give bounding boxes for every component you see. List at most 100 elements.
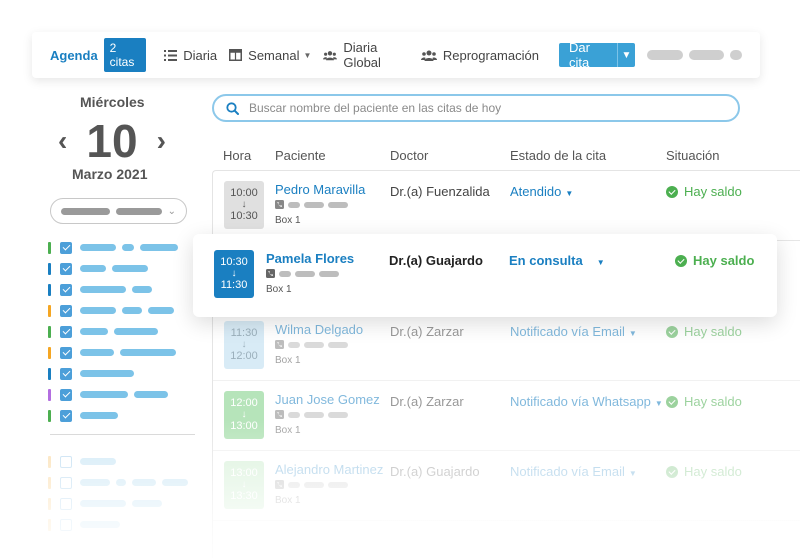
status-label: Notificado vía Email [510,464,625,479]
filter-checkbox[interactable] [60,262,72,275]
filter-item[interactable] [48,514,196,535]
table-row[interactable]: 11:30 ↓ 12:00 Wilma Delgado Box 1 Dr.(a)… [212,311,800,381]
search-input[interactable] [249,101,726,115]
filter-checkbox[interactable] [60,476,72,489]
payment-status: Hay saldo [666,464,742,479]
patient-name-link[interactable]: Pamela Flores [266,251,354,266]
chevron-down-icon: ▼ [654,399,663,408]
filter-checkbox[interactable] [60,367,72,380]
appointment-status-dropdown[interactable]: Notificado vía Email ▼ [510,464,637,479]
filter-checkbox[interactable] [60,409,72,422]
patient-name-link[interactable]: Pedro Maravilla [275,182,365,197]
table-row[interactable]: 10:00 ↓ 10:30 Pedro Maravilla Box 1 Dr.(… [212,171,800,241]
chevron-right-icon[interactable]: › [157,125,166,157]
status-label: En consulta [509,253,583,268]
placeholder-pill [688,50,724,60]
filter-item[interactable] [48,237,196,258]
filter-item[interactable] [48,321,196,342]
filter-checkbox[interactable] [60,283,72,296]
payment-status: Hay saldo [666,394,742,409]
dar-cita-dropdown-toggle[interactable]: ▼ [616,43,636,67]
filter-item[interactable] [48,258,196,279]
filter-checkbox[interactable] [60,388,72,401]
agenda-label: Agenda [50,47,98,63]
filter-checkbox[interactable] [60,455,72,468]
filter-checkbox[interactable] [60,241,72,254]
color-stripe [48,476,51,489]
highlighted-appointment-card[interactable]: 10:30 ↓ 11:30 Pamela Flores Box 1 Dr.(a)… [193,234,777,317]
end-time: 13:00 [230,420,258,432]
color-stripe [48,518,51,531]
color-stripe [48,367,51,380]
chevron-left-icon[interactable]: ‹ [58,125,67,157]
filter-divider [50,434,195,435]
resource-filter-list [48,451,196,535]
view-daily-button[interactable]: Diaria [164,48,217,63]
patient-search-bar [212,94,740,122]
filter-checkbox[interactable] [60,304,72,317]
appointment-status-dropdown[interactable]: Notificado vía Email ▼ [510,324,637,339]
appointment-status-dropdown[interactable]: En consulta ▼ [509,253,605,268]
color-stripe [48,497,51,510]
patient-phone [275,480,348,489]
color-stripe [48,241,51,254]
color-stripe [48,346,51,359]
placeholder-pill [279,270,291,277]
patient-name-link[interactable]: Wilma Delgado [275,322,363,337]
filter-item[interactable] [48,451,196,472]
filter-item[interactable] [48,384,196,405]
appointment-status-dropdown[interactable]: Notificado vía Whatsapp ▼ [510,394,663,409]
doctor-select[interactable]: ⌄ [50,198,187,224]
placeholder-pill [112,265,148,272]
filter-checkbox[interactable] [60,325,72,338]
payment-status-label: Hay saldo [684,184,742,199]
color-stripe [48,455,51,468]
payment-status-label: Hay saldo [684,324,742,339]
dar-cita-split-button: Dar cita ▼ [558,40,636,70]
end-time: 13:30 [230,490,258,502]
placeholder-pill [304,481,324,488]
filter-item[interactable] [48,405,196,426]
view-rescheduling-button[interactable]: Reprogramación [420,48,539,63]
placeholder-pill [80,307,116,314]
placeholder-pill [328,341,348,348]
placeholder-pill [304,201,324,208]
dar-cita-button[interactable]: Dar cita [558,40,617,70]
chevron-down-icon: ▼ [596,258,605,267]
column-header-situacion: Situación [666,148,720,163]
table-row[interactable]: 12:00 ↓ 13:00 Juan Jose Gomez Box 1 Dr.(… [212,381,800,451]
placeholder-pill [132,286,152,293]
payment-status: Hay saldo [666,324,742,339]
table-row[interactable]: 13:00 ↓ 13:30 Alejandro Martinez Box 1 D… [212,451,800,521]
color-stripe [48,283,51,296]
filter-item[interactable] [48,493,196,514]
patient-phone [266,269,339,278]
filter-checkbox[interactable] [60,497,72,510]
placeholder-pill [80,370,134,377]
top-toolbar: Agenda 2 citas Diaria Semanal ▼ Diaria G… [32,32,760,78]
filter-item[interactable] [48,472,196,493]
status-label: Notificado vía Email [510,324,625,339]
appointment-status-dropdown[interactable]: Atendido ▼ [510,184,573,199]
view-global-daily-button[interactable]: Diaria Global [323,40,408,70]
filter-item[interactable] [48,300,196,321]
filter-checkbox[interactable] [60,346,72,359]
box-label: Box 1 [266,284,292,295]
placeholder-pill [80,328,108,335]
placeholder-pill [647,50,683,60]
patient-name-link[interactable]: Juan Jose Gomez [275,392,380,407]
chevron-down-icon: ▼ [303,50,312,60]
filter-item[interactable] [48,363,196,384]
placeholder-pill [295,270,315,277]
filter-item[interactable] [48,279,196,300]
view-weekly-button[interactable]: Semanal ▼ [229,48,311,63]
filter-item[interactable] [48,342,196,363]
box-label: Box 1 [275,495,301,506]
column-header-doctor: Doctor [390,148,429,163]
check-circle-icon [666,185,678,198]
phone-icon [275,200,284,209]
placeholder-pill [288,341,300,348]
filter-checkbox[interactable] [60,518,72,531]
patient-name-link[interactable]: Alejandro Martinez [275,462,383,477]
placeholder-pill [729,50,742,60]
